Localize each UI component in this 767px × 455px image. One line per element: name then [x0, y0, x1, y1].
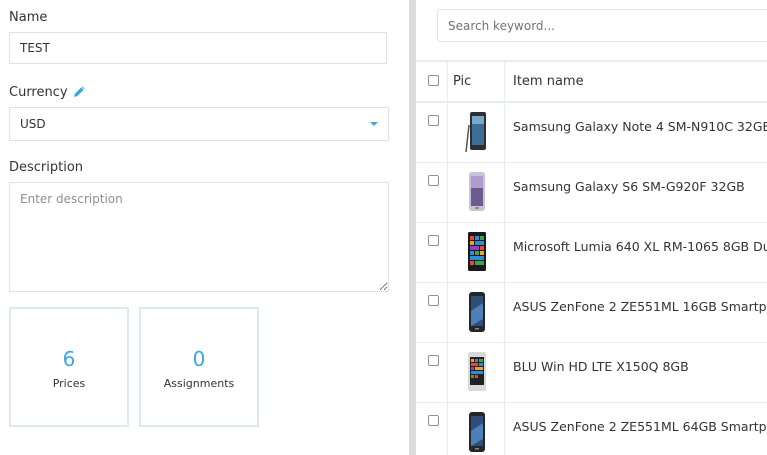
- row-checkbox[interactable]: [428, 295, 439, 306]
- column-divider: [504, 283, 505, 342]
- name-input[interactable]: [9, 32, 387, 64]
- row-checkbox[interactable]: [428, 415, 439, 426]
- zenfone-phone-icon: [464, 411, 490, 453]
- lumia-phone-icon: [464, 231, 490, 273]
- column-divider: [447, 403, 448, 455]
- row-checkbox[interactable]: [428, 115, 439, 126]
- currency-select[interactable]: USD: [9, 107, 389, 141]
- item-name: Samsung Galaxy Note 4 SM-N910C 32GB: [513, 119, 767, 134]
- assignments-count: 0: [192, 347, 206, 371]
- search-bar: [416, 0, 767, 58]
- item-name: BLU Win HD LTE X150Q 8GB: [513, 359, 689, 374]
- row-checkbox[interactable]: [428, 235, 439, 246]
- column-divider: [504, 103, 505, 162]
- column-divider: [504, 343, 505, 402]
- table-row[interactable]: BLU Win HD LTE X150Q 8GB: [416, 343, 767, 403]
- currency-label-row: Currency: [9, 85, 86, 100]
- detail-form-panel: Name Currency USD Description 6 Prices 0…: [0, 0, 409, 455]
- currency-label: Currency: [9, 85, 68, 100]
- row-checkbox[interactable]: [428, 175, 439, 186]
- prices-count: 6: [62, 347, 76, 371]
- note4-phone-icon: [464, 111, 490, 153]
- galaxy-s6-phone-icon: [464, 171, 490, 213]
- item-list-panel: Pic Item name Samsung Galaxy Note: [416, 0, 767, 455]
- item-name: ASUS ZenFone 2 ZE551ML 16GB Smartph: [513, 299, 767, 314]
- column-divider: [504, 403, 505, 455]
- pencil-edit-icon[interactable]: [73, 85, 86, 98]
- assignments-card-label: Assignments: [163, 377, 235, 390]
- table-row[interactable]: Samsung Galaxy S6 SM-G920F 32GB: [416, 163, 767, 223]
- column-divider: [504, 223, 505, 282]
- item-name: ASUS ZenFone 2 ZE551ML 64GB Smartph: [513, 419, 767, 434]
- column-divider: [447, 163, 448, 222]
- select-all-checkbox[interactable]: [428, 75, 439, 86]
- item-table-body: Samsung Galaxy Note 4 SM-N910C 32GB Sams…: [416, 103, 767, 455]
- blu-win-phone-icon: [464, 351, 490, 393]
- search-input[interactable]: [437, 9, 767, 42]
- column-divider: [447, 103, 448, 162]
- chevron-down-icon: [370, 122, 378, 126]
- item-name: Samsung Galaxy S6 SM-G920F 32GB: [513, 179, 745, 194]
- currency-select-value: USD: [20, 117, 46, 131]
- table-header: Pic Item name: [416, 60, 767, 103]
- column-header-item-name[interactable]: Item name: [513, 74, 584, 89]
- zenfone-phone-icon: [464, 291, 490, 333]
- table-row[interactable]: ASUS ZenFone 2 ZE551ML 16GB Smartph: [416, 283, 767, 343]
- column-divider: [447, 62, 448, 101]
- column-divider: [504, 163, 505, 222]
- item-name: Microsoft Lumia 640 XL RM-1065 8GB Du: [513, 239, 767, 254]
- name-label: Name: [9, 10, 48, 25]
- description-label: Description: [9, 160, 84, 175]
- description-textarea[interactable]: [9, 182, 389, 292]
- row-checkbox[interactable]: [428, 355, 439, 366]
- app-root: Name Currency USD Description 6 Prices 0…: [0, 0, 767, 455]
- prices-card-label: Prices: [52, 377, 86, 390]
- column-divider: [447, 223, 448, 282]
- table-row[interactable]: Microsoft Lumia 640 XL RM-1065 8GB Du: [416, 223, 767, 283]
- assignments-card[interactable]: 0 Assignments: [139, 307, 259, 427]
- column-divider: [504, 62, 505, 101]
- table-row[interactable]: ASUS ZenFone 2 ZE551ML 64GB Smartph: [416, 403, 767, 455]
- column-header-pic[interactable]: Pic: [453, 74, 471, 89]
- panel-resize-divider[interactable]: [409, 0, 416, 455]
- column-divider: [447, 343, 448, 402]
- column-divider: [447, 283, 448, 342]
- prices-card[interactable]: 6 Prices: [9, 307, 129, 427]
- table-row[interactable]: Samsung Galaxy Note 4 SM-N910C 32GB: [416, 103, 767, 163]
